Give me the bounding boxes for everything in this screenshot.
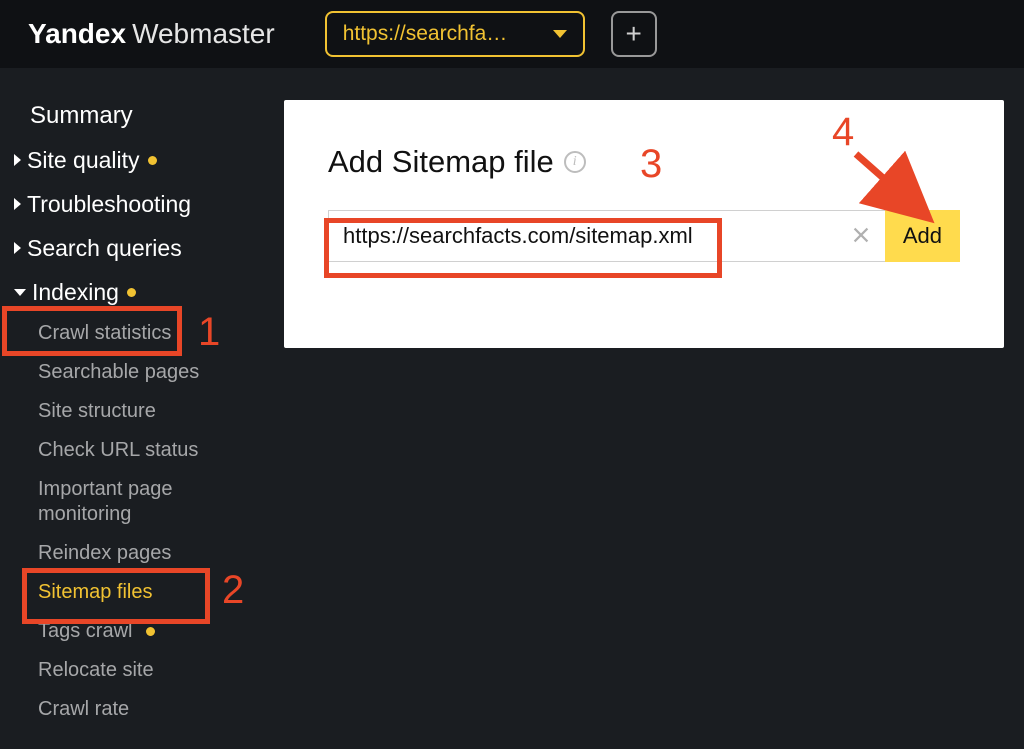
card-title-text: Add Sitemap file [328, 144, 554, 180]
chevron-down-icon [553, 30, 567, 38]
sidebar-subitem-sitemap-files[interactable]: Sitemap files [38, 573, 284, 612]
sidebar-item-label: Search queries [27, 235, 182, 262]
logo: Yandex Webmaster [28, 18, 275, 50]
content-area: Add Sitemap file i Add 3 [284, 68, 1024, 749]
site-selected-label: https://searchfa… [343, 22, 508, 46]
sidebar-item-label: Site quality [27, 147, 140, 174]
sitemap-url-input[interactable] [328, 210, 885, 262]
sidebar-subitem-tags-crawl[interactable]: Tags crawl [38, 612, 284, 651]
sidebar-item-site-quality[interactable]: Site quality [0, 138, 284, 182]
sidebar-subitem-searchable-pages[interactable]: Searchable pages [38, 353, 284, 392]
info-icon[interactable]: i [564, 151, 586, 173]
card-title: Add Sitemap file i [328, 144, 960, 180]
add-site-button[interactable]: + [611, 11, 657, 57]
sidebar-subitem-crawl-rate[interactable]: Crawl rate [38, 690, 284, 729]
sidebar-item-troubleshooting[interactable]: Troubleshooting [0, 182, 284, 226]
caret-right-icon [14, 242, 21, 254]
status-dot-icon [146, 627, 155, 636]
sidebar-subitem-relocate-site[interactable]: Relocate site [38, 651, 284, 690]
sidebar: Summary Site quality Troubleshooting Sea… [0, 68, 284, 749]
sidebar-item-label: Tags crawl [38, 620, 132, 642]
site-selector-dropdown[interactable]: https://searchfa… [325, 11, 585, 57]
add-sitemap-card: Add Sitemap file i Add 3 [284, 100, 1004, 348]
sitemap-input-row: Add [328, 210, 960, 262]
clear-input-icon[interactable] [849, 223, 873, 247]
caret-right-icon [14, 154, 21, 166]
sidebar-subitem-site-structure[interactable]: Site structure [38, 392, 284, 431]
sidebar-item-summary[interactable]: Summary [0, 94, 284, 138]
logo-brand: Yandex [28, 18, 126, 50]
sidebar-subitem-crawl-statistics[interactable]: Crawl statistics [38, 314, 284, 353]
sidebar-item-label: Summary [30, 102, 133, 130]
sidebar-item-label: Troubleshooting [27, 191, 191, 218]
sidebar-subitem-reindex-pages[interactable]: Reindex pages [38, 534, 284, 573]
plus-icon: + [626, 18, 642, 50]
status-dot-icon [148, 156, 157, 165]
sidebar-item-search-queries[interactable]: Search queries [0, 226, 284, 270]
sidebar-item-label: Indexing [32, 279, 119, 306]
sidebar-subitem-check-url-status[interactable]: Check URL status [38, 431, 284, 470]
sidebar-item-indexing[interactable]: Indexing [0, 270, 284, 314]
add-sitemap-button[interactable]: Add [885, 210, 960, 262]
logo-product: Webmaster [132, 18, 275, 50]
status-dot-icon [127, 288, 136, 297]
sidebar-subitem-important-page-monitoring[interactable]: Important page monitoring [38, 470, 208, 534]
caret-right-icon [14, 198, 21, 210]
indexing-submenu: Crawl statistics Searchable pages Site s… [0, 314, 284, 729]
topbar: Yandex Webmaster https://searchfa… + [0, 0, 1024, 68]
caret-down-icon [14, 289, 26, 296]
